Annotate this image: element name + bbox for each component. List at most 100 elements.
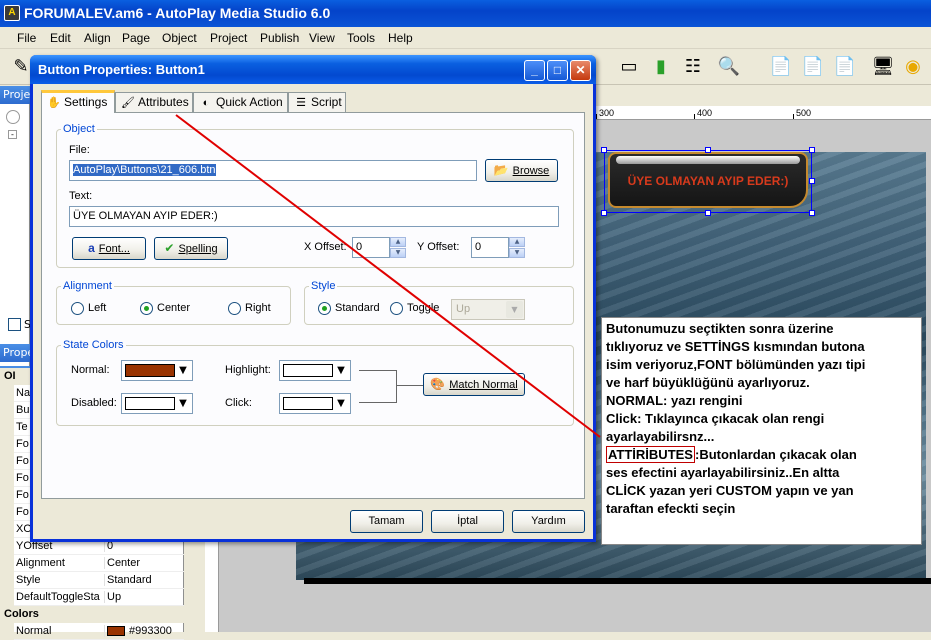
click-color-label: Click: (225, 397, 252, 409)
menu-align[interactable]: Align (84, 31, 111, 45)
property-value[interactable]: Center (104, 557, 184, 569)
project-panel-tab[interactable]: Proje (0, 86, 30, 104)
property-name: Alignment (16, 557, 65, 569)
monitor-icon[interactable]: 🖥 (870, 53, 896, 79)
spin-up-icon[interactable]: ▲ (509, 237, 525, 247)
file-label: File: (69, 144, 90, 156)
resize-handle[interactable] (705, 210, 711, 216)
maximize-button[interactable]: □ (547, 60, 568, 81)
align-center-radio[interactable] (140, 302, 153, 315)
note-line: ATTİRİBUTES:Butonlardan çıkacak olan (606, 446, 917, 464)
cancel-button[interactable]: İptal (431, 510, 504, 533)
property-category[interactable]: Colors (0, 606, 184, 623)
palette-icon: 🎨 (430, 377, 446, 391)
caret-down-icon: ▼ (337, 365, 345, 376)
property-row[interactable]: Alignment Center (0, 555, 184, 572)
align-left-label: Left (88, 302, 107, 314)
add-page-icon[interactable]: 📄 (768, 53, 794, 79)
property-value[interactable]: #993300 (104, 625, 184, 637)
property-row[interactable]: DefaultToggleSta Up (0, 589, 184, 606)
publish-disc-icon[interactable]: ◉ (900, 53, 926, 79)
y-offset-spinner[interactable]: ▲ ▼ (509, 237, 525, 258)
menu-view[interactable]: View (309, 31, 335, 45)
progress-object-icon[interactable]: ▮ (648, 53, 674, 79)
spin-down-icon[interactable]: ▼ (390, 248, 406, 258)
toggle-state-value: Up (456, 303, 471, 315)
align-right-radio[interactable] (228, 302, 241, 315)
tab-label: Attributes (138, 95, 189, 109)
input-object-icon[interactable]: ▭ (616, 53, 642, 79)
note-line: isim veriyoruz,FONT bölümünden yazı tipi (606, 357, 866, 372)
style-standard-label: Standard (335, 302, 380, 314)
property-value[interactable]: Up (104, 591, 184, 603)
browse-button[interactable]: 📂 Browse (485, 159, 558, 182)
y-offset-input[interactable]: 0 (471, 237, 509, 258)
menu-edit[interactable]: Edit (50, 31, 71, 45)
property-row[interactable]: Style Standard (0, 572, 184, 589)
properties-panel-tab[interactable]: Prope (0, 344, 30, 362)
zoom-icon[interactable]: 🔍 (716, 53, 742, 79)
y-offset-label: Y Offset: (417, 241, 460, 253)
folder-icon: 📂 (493, 163, 509, 177)
menu-project[interactable]: Project (210, 31, 247, 45)
minimize-button[interactable]: _ (524, 60, 545, 81)
x-offset-input[interactable]: 0 (352, 237, 390, 258)
menu-help[interactable]: Help (388, 31, 413, 45)
preview-page-icon[interactable]: 📄 (832, 53, 858, 79)
quick-action-icon: ◐ (202, 97, 210, 109)
resize-handle[interactable] (809, 178, 815, 184)
delete-page-icon[interactable]: 📄 (800, 53, 826, 79)
menu-tools[interactable]: Tools (347, 31, 375, 45)
menu-page[interactable]: Page (122, 31, 150, 45)
chevron-down-icon: ▼ (506, 301, 523, 318)
button-properties-dialog: Button Properties: Button1 _ □ ✕ ✋ Settin… (30, 55, 596, 542)
tree-object-icon[interactable]: ☷ (680, 53, 706, 79)
resize-handle[interactable] (601, 210, 607, 216)
spin-down-icon[interactable]: ▼ (509, 248, 525, 258)
panel-checkbox[interactable] (8, 318, 21, 331)
tree-expand-icon[interactable]: - (8, 130, 17, 139)
resize-handle[interactable] (809, 210, 815, 216)
tab-quick-action[interactable]: ◐ Quick Action (193, 92, 288, 112)
toggle-state-select[interactable]: Up ▼ (451, 299, 525, 320)
spin-up-icon[interactable]: ▲ (390, 237, 406, 247)
note-line: CLİCK yazan yeri CUSTOM yapın ve yan (606, 483, 854, 498)
highlight-color-label: Highlight: (225, 364, 271, 376)
ruler-tick: 300 (599, 108, 615, 118)
help-button[interactable]: Yardım (512, 510, 585, 533)
highlight-color-picker[interactable]: ▼ (279, 360, 351, 381)
style-toggle-radio[interactable] (390, 302, 403, 315)
tab-script[interactable]: ☰ Script (288, 92, 346, 112)
click-color-picker[interactable]: ▼ (279, 393, 351, 414)
normal-color-picker[interactable]: ▼ (121, 360, 193, 381)
resize-handle[interactable] (809, 147, 815, 153)
font-button[interactable]: a Font... (72, 237, 146, 260)
x-offset-spinner[interactable]: ▲ ▼ (390, 237, 406, 258)
disabled-color-picker[interactable]: ▼ (121, 393, 193, 414)
tab-label: Quick Action (216, 95, 283, 109)
property-name: Normal (16, 625, 52, 637)
ok-button[interactable]: Tamam (350, 510, 423, 533)
text-input[interactable]: ÜYE OLMAYAN AYIP EDER:) (69, 206, 559, 227)
note-highlight: ATTİRİBUTES (606, 446, 695, 463)
style-standard-radio[interactable] (318, 302, 331, 315)
note-line: NORMAL: yazı rengini (606, 393, 743, 408)
match-normal-button[interactable]: 🎨 Match Normal (423, 373, 525, 396)
x-offset-label: X Offset: (304, 241, 347, 253)
dialog-titlebar[interactable]: Button Properties: Button1 _ □ ✕ (30, 55, 596, 84)
resize-handle[interactable] (601, 147, 607, 153)
tab-settings[interactable]: ✋ Settings (41, 90, 115, 113)
menu-file[interactable]: File (17, 31, 36, 45)
menu-publish[interactable]: Publish (260, 31, 299, 45)
spelling-button[interactable]: ✔ Spelling (154, 237, 228, 260)
menu-object[interactable]: Object (162, 31, 197, 45)
property-value[interactable]: Standard (104, 574, 184, 586)
file-input[interactable]: AutoPlay\Buttons\21_606.btn (69, 160, 477, 181)
resize-handle[interactable] (705, 147, 711, 153)
tab-label: Script (311, 95, 342, 109)
style-toggle-label: Toggle (407, 302, 440, 314)
close-button[interactable]: ✕ (570, 60, 591, 81)
tab-attributes[interactable]: 🖌 Attributes (115, 92, 193, 112)
align-left-radio[interactable] (71, 302, 84, 315)
match-normal-label: Match Normal (449, 379, 518, 391)
